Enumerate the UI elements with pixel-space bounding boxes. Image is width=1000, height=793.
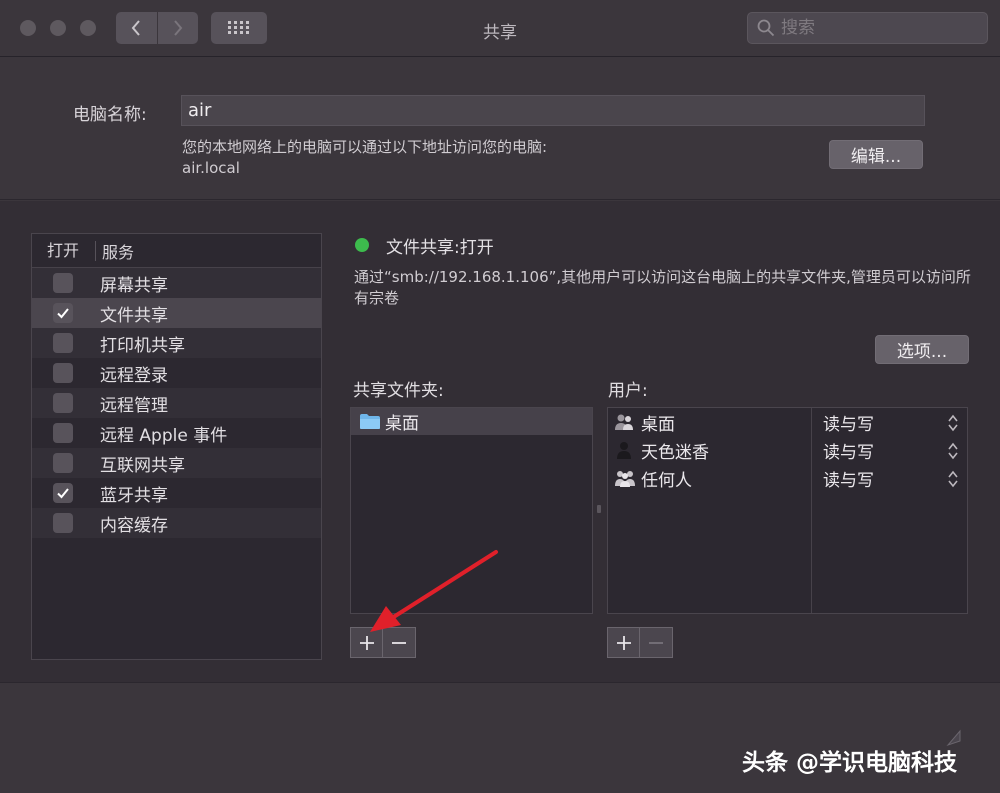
folder-name: 桌面: [385, 414, 419, 434]
remove-user-button[interactable]: [640, 627, 673, 658]
checkmark-icon: [57, 488, 69, 499]
computer-name-label: 电脑名称:: [73, 105, 147, 125]
minus-icon: [649, 641, 663, 644]
search-icon: [757, 19, 775, 37]
plus-icon: [359, 635, 374, 650]
service-row[interactable]: 远程 Apple 事件: [32, 418, 321, 448]
show-all-button[interactable]: [211, 12, 267, 44]
sharing-pane: 打开 服务 屏幕共享文件共享打印机共享远程登录远程管理远程 Apple 事件 互联…: [0, 201, 1000, 683]
column-on-header[interactable]: 打开: [32, 240, 96, 261]
forward-button[interactable]: [156, 12, 199, 44]
folder-add-remove: [350, 627, 416, 658]
search-field[interactable]: [747, 12, 988, 44]
service-checkbox[interactable]: [53, 513, 73, 533]
service-label: 屏幕共享: [100, 275, 168, 296]
permission-label: 读与写: [823, 414, 874, 435]
service-row[interactable]: 互联网共享: [32, 448, 321, 478]
users-column: 桌面 天色迷香 任何人: [608, 408, 812, 613]
status-text: 文件共享:打开: [386, 238, 494, 258]
permissions-column: 读与写 读与写 读与写: [813, 408, 967, 613]
service-label: 文件共享: [100, 305, 168, 326]
permission-label: 读与写: [823, 442, 874, 463]
service-checkbox[interactable]: [53, 483, 73, 503]
service-row[interactable]: 文件共享: [32, 298, 321, 328]
navigation-buttons: [116, 12, 198, 44]
permission-popup[interactable]: 读与写: [813, 436, 967, 464]
grid-icon: [228, 21, 249, 34]
service-checkbox[interactable]: [53, 393, 73, 413]
everyone-icon: [615, 471, 635, 487]
checkmark-icon: [57, 308, 69, 319]
remove-folder-button[interactable]: [383, 627, 416, 658]
user-row[interactable]: 天色迷香: [608, 436, 811, 464]
service-checkbox[interactable]: [53, 363, 73, 383]
service-checkbox[interactable]: [53, 303, 73, 323]
user-name: 桌面: [641, 414, 675, 435]
title-bar: 共享: [0, 0, 1000, 57]
user-name: 任何人: [641, 470, 692, 491]
permission-popup[interactable]: 读与写: [813, 408, 967, 436]
back-button[interactable]: [116, 12, 157, 44]
minus-icon: [392, 641, 406, 644]
add-folder-button[interactable]: [350, 627, 383, 658]
chevron-right-icon: [173, 20, 183, 36]
permission-label: 读与写: [823, 470, 874, 491]
user-name: 天色迷香: [641, 442, 709, 463]
users-label: 用户:: [608, 381, 648, 401]
services-rows: 屏幕共享文件共享打印机共享远程登录远程管理远程 Apple 事件 互联网共享蓝牙共…: [32, 268, 321, 538]
single-user-icon: [617, 442, 631, 459]
close-window-button[interactable]: [20, 20, 36, 36]
service-label: 内容缓存: [100, 515, 168, 536]
user-row[interactable]: 任何人: [608, 464, 811, 492]
splitter-handle[interactable]: [596, 504, 602, 514]
watermark: 头条 @学识电脑科技: [742, 750, 958, 776]
chevron-left-icon: [131, 20, 141, 36]
service-row[interactable]: 远程管理: [32, 388, 321, 418]
local-address: air.local: [182, 159, 240, 177]
service-row[interactable]: 内容缓存: [32, 508, 321, 538]
shared-folders-label: 共享文件夹:: [353, 381, 444, 401]
zoom-window-button[interactable]: [80, 20, 96, 36]
service-label: 远程登录: [100, 365, 168, 386]
users-list: 桌面 天色迷香 任何人 读与写 读与写 读与写: [607, 407, 968, 614]
plus-icon: [616, 635, 631, 650]
add-user-button[interactable]: [607, 627, 640, 658]
folder-icon: [360, 414, 380, 429]
user-row[interactable]: 桌面: [608, 408, 811, 436]
updown-chevron-icon: [947, 441, 959, 461]
updown-chevron-icon: [947, 413, 959, 433]
computer-name-section: 电脑名称: 您的本地网络上的电脑可以通过以下地址访问您的电脑: air.loca…: [0, 58, 1000, 200]
service-checkbox[interactable]: [53, 333, 73, 353]
edit-button[interactable]: 编辑...: [829, 140, 923, 169]
service-label: 互联网共享: [100, 455, 185, 476]
service-row[interactable]: 屏幕共享: [32, 268, 321, 298]
address-info: 您的本地网络上的电脑可以通过以下地址访问您的电脑: air.local: [182, 137, 547, 179]
service-row[interactable]: 远程登录: [32, 358, 321, 388]
options-button[interactable]: 选项...: [875, 335, 969, 364]
minimize-window-button[interactable]: [50, 20, 66, 36]
service-row[interactable]: 蓝牙共享: [32, 478, 321, 508]
status-indicator: [355, 238, 369, 252]
folder-row[interactable]: 桌面: [351, 408, 592, 435]
service-checkbox[interactable]: [53, 453, 73, 473]
permission-popup[interactable]: 读与写: [813, 464, 967, 492]
service-label: 远程 Apple 事件: [100, 425, 228, 446]
updown-chevron-icon: [947, 469, 959, 489]
address-description: 您的本地网络上的电脑可以通过以下地址访问您的电脑:: [182, 138, 548, 156]
column-service-header[interactable]: 服务: [96, 239, 134, 263]
service-label: 远程管理: [100, 395, 168, 416]
shared-folders-list: 桌面: [350, 407, 593, 614]
service-checkbox[interactable]: [53, 273, 73, 293]
user-add-remove: [607, 627, 673, 658]
service-label: 打印机共享: [100, 335, 185, 356]
search-input[interactable]: [781, 18, 971, 38]
sharing-description: 通过“smb://192.168.1.106”,其他用户可以访问这台电脑上的共享…: [354, 268, 971, 307]
services-header: 打开 服务: [32, 234, 321, 268]
service-checkbox[interactable]: [53, 423, 73, 443]
services-list: 打开 服务 屏幕共享文件共享打印机共享远程登录远程管理远程 Apple 事件 互联…: [31, 233, 322, 660]
service-row[interactable]: 打印机共享: [32, 328, 321, 358]
computer-name-field[interactable]: [181, 95, 925, 126]
service-label: 蓝牙共享: [100, 485, 168, 506]
group-user-icon: [615, 414, 633, 430]
